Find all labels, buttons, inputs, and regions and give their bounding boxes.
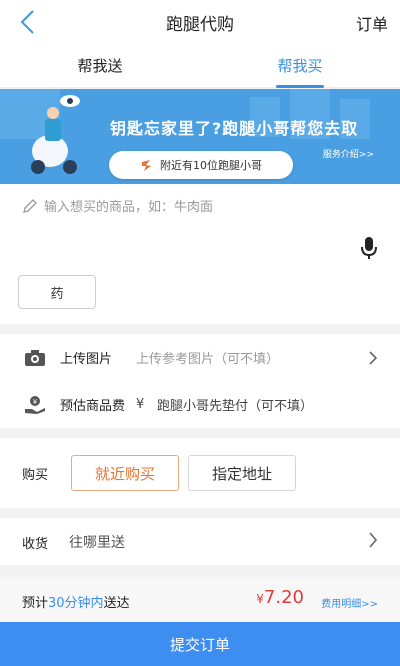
item-fee-hint: 跑腿小哥先垫付（可不填） [157,399,314,414]
voice-button[interactable] [360,236,378,264]
item-input[interactable]: 输入想买的商品，如：牛肉面 [22,196,213,215]
upload-image-label: 上传图片 [60,352,113,367]
nearby-couriers-text: 附近有10位跑腿小哥 [160,159,262,172]
price-symbol: ¥ [256,592,264,606]
upload-image-hint: 上传参考图片（可不填） [136,352,280,367]
chevron-right-icon [369,350,378,365]
back-button[interactable] [12,7,42,37]
purchase-label: 购买 [22,468,49,483]
currency-symbol: ¥ [136,397,145,412]
money-hand-icon: ¥ [25,395,45,414]
chevron-right-icon [369,532,378,548]
delivery-address: 往哪里送 [69,535,125,551]
total-price: ¥7.20 [256,587,304,608]
runner-icon [142,160,151,171]
order-summary: 预计30分钟内送达 ¥7.20 费用明细>> [0,577,400,622]
screen: 跑腿代购 订单 帮我送 帮我买 钥匙忘家里了?跑腿小哥帮您去取 服务介绍>> 附… [0,0,400,666]
nearby-couriers-pill: 附近有10位跑腿小哥 [109,151,293,179]
chevron-left-icon [20,10,34,34]
estimate-time: 30分钟内 [48,596,104,611]
page-title: 跑腿代购 [166,14,234,35]
estimate-prefix: 预计 [22,596,49,611]
specified-address-button[interactable]: 指定地址 [188,455,296,491]
orders-link[interactable]: 订单 [356,11,388,35]
tab-buy[interactable]: 帮我买 [200,44,400,87]
extra-info-box: 上传图片 上传参考图片（可不填） ¥ 预估商品费 ¥ 跑腿小哥先垫付（可不填） [0,334,400,428]
svg-text:¥: ¥ [33,398,38,406]
tab-bar: 帮我送 帮我买 [0,44,400,88]
item-input-placeholder: 输入想买的商品，如：牛肉面 [44,200,214,215]
item-fee-row[interactable]: ¥ 预估商品费 ¥ 跑腿小哥先垫付（可不填） [0,381,400,428]
item-fee-label: 预估商品费 [60,399,126,414]
quick-tag-medicine[interactable]: 药 [18,275,96,309]
camera-icon [25,349,45,366]
upload-image-row[interactable]: 上传图片 上传参考图片（可不填） [0,334,400,381]
submit-order-button[interactable]: 提交订单 [0,622,400,666]
delivery-label: 收货 [22,537,49,552]
microphone-icon [361,237,377,259]
item-input-area[interactable]: 输入想买的商品，如：牛肉面 药 [0,184,400,324]
delivery-row[interactable]: 收货 往哪里送 [0,517,400,565]
tab-send[interactable]: 帮我送 [0,44,200,87]
service-intro-link[interactable]: 服务介绍>> [323,147,374,160]
fee-details-link[interactable]: 费用明细>> [321,595,378,610]
estimate-suffix: 送达 [103,596,130,611]
top-bar: 跑腿代购 订单 [0,0,400,44]
banner-tagline: 钥匙忘家里了?跑腿小哥帮您去取 [110,119,359,138]
purchase-mode-box: 购买 就近购买 指定地址 [0,438,400,508]
nearby-purchase-button[interactable]: 就近购买 [71,455,179,491]
pencil-icon [23,198,37,213]
delivery-estimate: 预计30分钟内送达 [22,592,130,611]
price-value: 7.20 [263,587,304,608]
